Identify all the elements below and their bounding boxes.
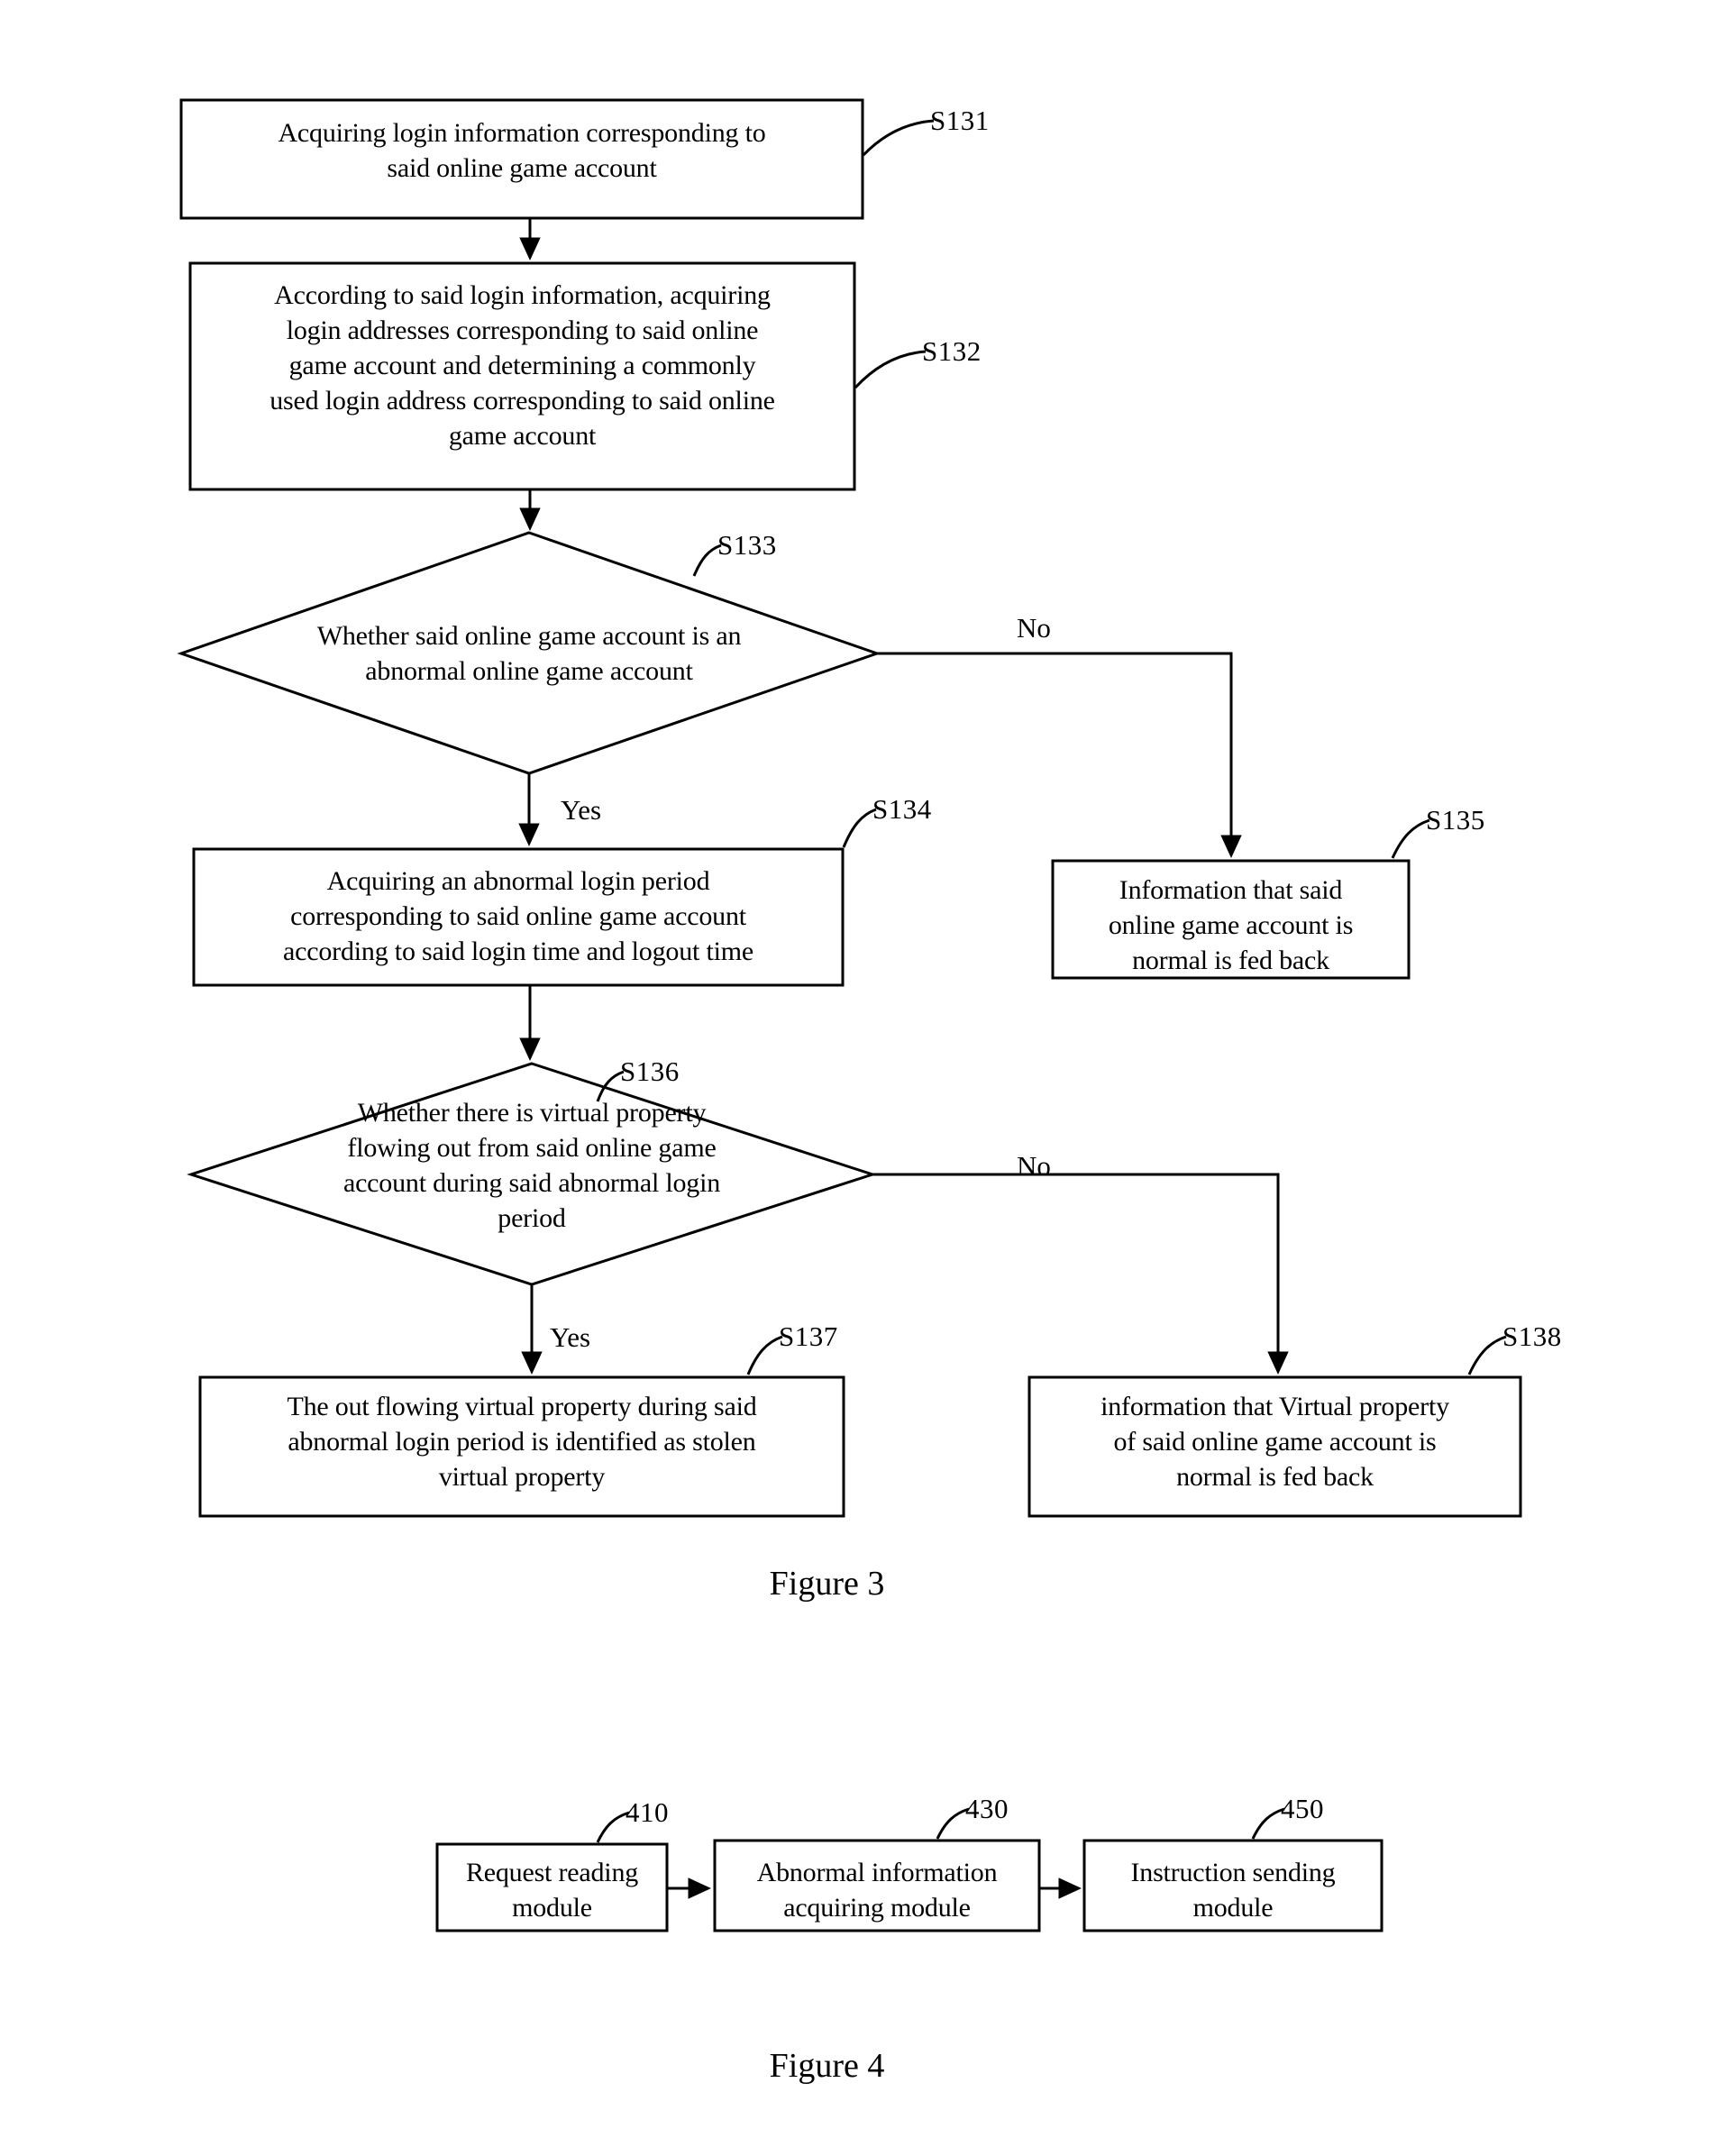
- node-label-450: Instruction sending module: [1130, 1858, 1336, 1923]
- node-label-s135: Information that said online game accoun…: [1108, 875, 1354, 975]
- ref-number-410: 410: [626, 1796, 669, 1828]
- ref-leader-s134: [842, 808, 877, 848]
- node-label-s138: information that Virtual property of sai…: [1100, 1392, 1449, 1492]
- ref-leader-s135: [1391, 818, 1430, 859]
- ref-number-s134: S134: [872, 793, 932, 825]
- node-label-s132: According to said login information, acq…: [269, 280, 775, 451]
- ref-number-450: 450: [1281, 1793, 1324, 1824]
- ref-number-s136: S136: [620, 1055, 680, 1087]
- node-label-s131: Acquiring login information correspondin…: [278, 118, 766, 183]
- ref-leader-450: [1251, 1807, 1285, 1840]
- edge-label-s136-no: No: [1017, 1150, 1051, 1182]
- node-label-s137: The out flowing virtual property during …: [287, 1392, 757, 1492]
- ref-leader-430: [936, 1807, 970, 1840]
- edge-label-s136-yes: Yes: [550, 1321, 591, 1353]
- node-label-s133: Whether said online game account is an a…: [316, 621, 742, 686]
- ref-leader-s138: [1467, 1335, 1507, 1375]
- ref-number-s135: S135: [1426, 804, 1485, 836]
- ref-number-s138: S138: [1502, 1320, 1562, 1352]
- edge-label-s133-no: No: [1017, 612, 1051, 644]
- ref-number-s132: S132: [922, 335, 982, 367]
- ref-leader-410: [596, 1811, 630, 1843]
- node-label-430: Abnormal information acquiring module: [756, 1858, 998, 1923]
- ref-number-s137: S137: [779, 1320, 838, 1352]
- patent-drawing-sheet: Acquiring login information correspondin…: [0, 0, 1726, 2156]
- node-label-410: Request reading module: [465, 1858, 639, 1923]
- figure-caption-3: Figure 3: [769, 1565, 885, 1603]
- ref-leader-s137: [746, 1335, 783, 1375]
- ref-number-430: 430: [965, 1793, 1009, 1824]
- node-label-s134: Acquiring an abnormal login period corre…: [283, 866, 753, 966]
- ref-number-s131: S131: [930, 105, 990, 136]
- connector-s136-no: [872, 1173, 1289, 1375]
- ref-leader-s131: [862, 119, 935, 157]
- ref-leader-s132: [854, 350, 927, 389]
- figure-caption-4: Figure 4: [769, 2047, 885, 2085]
- edge-label-s133-yes: Yes: [561, 794, 602, 826]
- ref-number-s133: S133: [717, 529, 777, 561]
- node-label-s136: Whether there is virtual property flowin…: [342, 1098, 721, 1233]
